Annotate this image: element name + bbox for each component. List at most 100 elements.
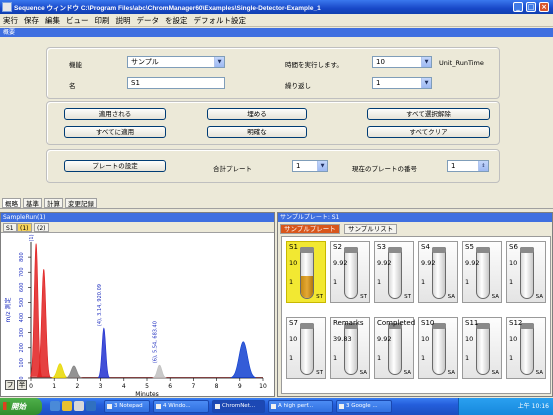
taskbar-task[interactable]: 4 Windo... [153,400,209,413]
plate-well[interactable]: S5 9.92 1 SA [462,241,502,303]
plate-well[interactable]: S1 10 1 ST [286,241,326,303]
quick-launch-desktop-icon[interactable] [74,401,84,411]
menu-item-2[interactable]: 編集 [42,14,63,27]
taskbar-task[interactable]: 3 Notepad [104,400,150,413]
quick-launch-folder-icon[interactable] [62,401,72,411]
title-bar[interactable]: Sequence ウィンドウ C:\Program Files\abc\Chro… [0,0,553,14]
well-name: S3 [377,243,386,251]
well-repeat: 1 [509,354,514,362]
current-plate-value: 1 [451,162,456,170]
close-button[interactable]: × [539,2,549,12]
well-name: S6 [509,243,518,251]
vial-icon [300,247,314,299]
clear-button[interactable]: 明確な [207,126,307,138]
chromatogram-header: SampleRun(1) [1,213,274,222]
plate-well[interactable]: Remarks 39.83 1 SA [330,317,370,379]
plate-well[interactable]: S7 10 1 ST [286,317,326,379]
sample-plate-header: サンプルプレート: S1 [278,213,552,222]
menu-item-3[interactable]: ビュー [63,14,92,27]
apply-button[interactable]: 適用される [64,108,166,120]
tab-run-2[interactable]: (2) [34,223,49,232]
vial-icon [300,323,314,375]
chromatogram-tabs: S1 (1) (2) [1,222,274,233]
clear-all-button[interactable]: すべてクリア [367,126,490,138]
spin-icon[interactable]: ⇕ [478,161,488,171]
menu-bar: 実行 保存 編集 ビュー 印刷 説明 データ を設定 デフォルト設定 [0,14,553,27]
name-label: 名 [69,82,76,90]
plate-well[interactable]: S10 10 1 SA [418,317,458,379]
chevron-down-icon[interactable]: ▼ [317,161,327,171]
menu-item-1[interactable]: 保存 [21,14,42,27]
well-volume: 39.83 [333,335,352,343]
menu-item-0[interactable]: 実行 [0,14,21,27]
plate-well[interactable]: S6 10 1 SA [506,241,546,303]
tab-run-1[interactable]: (1) [17,223,32,232]
fill-button[interactable]: 埋める [207,108,307,120]
vial-icon [432,323,446,375]
zoom-fit-button[interactable]: 半 [17,380,27,390]
y-tick-label: 100 [19,358,25,368]
well-repeat: 1 [421,278,426,286]
total-plates-select[interactable]: 1 ▼ [292,160,328,172]
well-type: ST [316,294,323,300]
plates-group: プレートの設定 合計プレート 1 ▼ 現在のプレートの番号 1 ⇕ [46,149,500,183]
x-tick-label: 7 [191,383,195,390]
plate-well[interactable]: S12 10 1 SA [506,317,546,379]
menu-item-5[interactable]: 説明 [113,14,134,27]
current-plate-stepper[interactable]: 1 ⇕ [447,160,489,172]
chevron-down-icon[interactable]: ▼ [421,57,431,67]
plate-well[interactable]: S4 9.92 1 SA [418,241,458,303]
plate-well[interactable]: S2 9.92 1 ST [330,241,370,303]
well-type: ST [404,294,411,300]
detail-tab-0[interactable]: 概略 [2,198,21,208]
run-time-select[interactable]: 10 ▼ [372,56,432,68]
quick-launch-ie-icon[interactable] [50,401,60,411]
menu-item-4[interactable]: 印刷 [92,14,113,27]
quick-launch-media-icon[interactable] [86,401,96,411]
minimize-button[interactable]: _ [513,2,523,12]
tab-sample-plate[interactable]: サンプルプレート [280,224,340,234]
chromatogram-chart[interactable]: 0 1 2 3 4 5 6 7 8 9 100100200300400500600700800Min… [1,234,274,396]
well-type: ST [316,370,323,376]
chevron-down-icon[interactable]: ▼ [421,78,431,88]
taskbar-task[interactable]: 3 Google ... [336,400,392,413]
well-repeat: 1 [509,278,514,286]
deselect-all-button[interactable]: すべて選択解除 [367,108,490,120]
menu-item-7[interactable]: を設定 [162,14,191,27]
detail-tab-1[interactable]: 基準 [23,198,42,208]
well-volume: 9.92 [377,259,392,267]
vial-icon [432,247,446,299]
taskbar-task[interactable]: ChromNet... [212,400,265,413]
plate-well[interactable]: Completed 9.92 1 SA [374,317,415,379]
detail-tab-3[interactable]: 変更記録 [65,198,97,208]
detail-tab-2[interactable]: 計算 [44,198,63,208]
y-tick-label: 700 [19,267,25,277]
repeat-select[interactable]: 1 ▼ [372,77,432,89]
maximize-button[interactable]: □ [526,2,536,12]
repeat-label: 繰り返し [285,82,311,90]
function-select[interactable]: サンプル ▼ [127,56,225,68]
window-title: Sequence ウィンドウ C:\Program Files\abc\Chro… [14,5,321,12]
well-volume: 10 [509,259,518,267]
run-time-label: 時間を実行します。 [285,61,343,69]
zoom-out-button[interactable]: フ [5,380,15,390]
tab-sample-list[interactable]: サンプルリスト [344,224,398,234]
chevron-down-icon[interactable]: ▼ [214,57,224,67]
plate-well[interactable]: S3 9.92 1 ST [374,241,414,303]
apply-all-button[interactable]: すべてに適用 [64,126,166,138]
function-select-value: サンプル [131,58,159,66]
start-button[interactable]: 開始 [0,398,42,415]
clock[interactable]: 上午 10:16 [518,403,549,410]
well-type: SA [491,370,499,376]
plate-setup-button[interactable]: プレートの設定 [64,160,166,172]
x-tick-label: 0 [29,383,33,390]
menu-item-6[interactable]: データ [134,14,163,27]
well-name: S7 [289,319,298,327]
plate-grid: S1 10 1 ST S2 9.92 1 ST S3 9.92 1 ST S4 9.92 1 SA S5 9.92… [281,236,551,394]
plate-well[interactable]: S11 10 1 SA [462,317,502,379]
taskbar-task[interactable]: A high perf... [268,400,333,413]
name-field[interactable]: S1 [127,77,225,89]
vial-icon [344,247,358,299]
tab-s1[interactable]: S1 [3,223,17,232]
menu-item-8[interactable]: デフォルト設定 [191,14,250,27]
